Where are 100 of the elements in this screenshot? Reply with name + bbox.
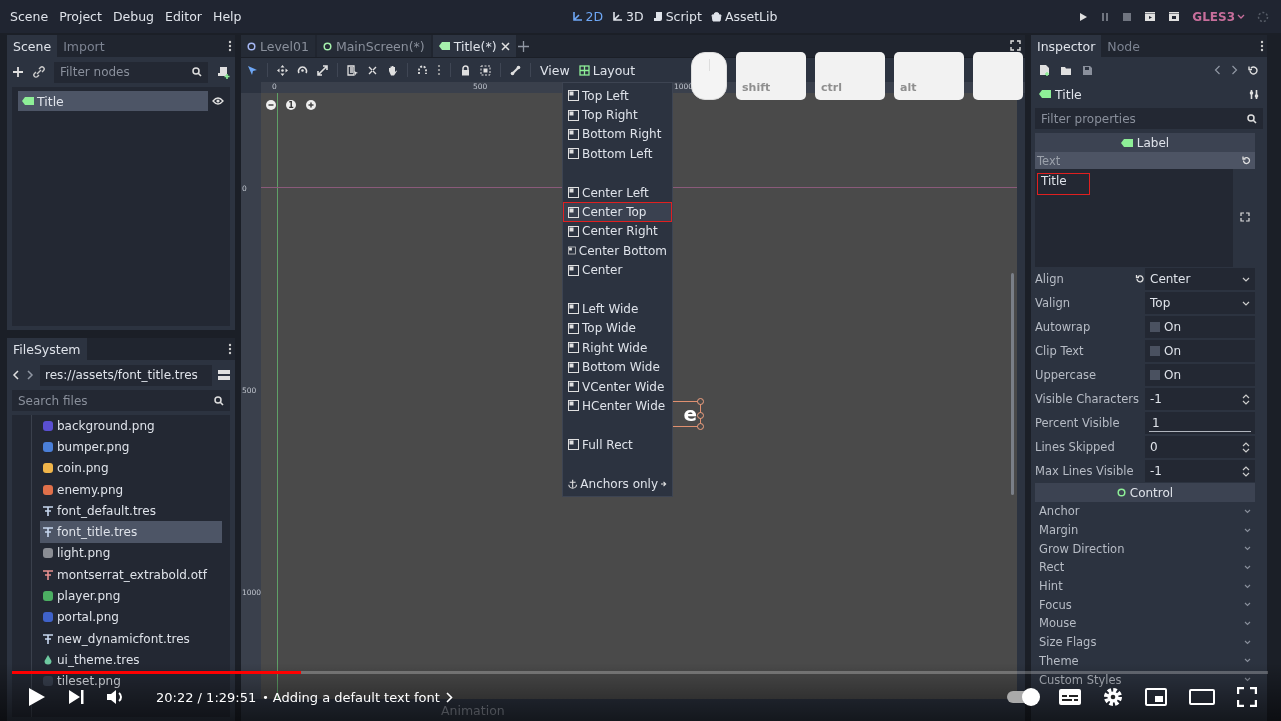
dropdown[interactable]: Top	[1145, 292, 1255, 314]
menu-item[interactable]: Project	[59, 9, 102, 24]
eye-icon[interactable]	[212, 96, 224, 106]
object-name[interactable]: Title	[1039, 86, 1082, 102]
file-item[interactable]: montserrat_extrabold.otf	[40, 564, 222, 586]
expand-icon[interactable]	[1240, 212, 1250, 222]
add-tab-icon[interactable]	[517, 40, 529, 52]
property-group[interactable]: Theme	[1039, 653, 1079, 668]
chevron-down-icon[interactable]	[1244, 564, 1251, 570]
dock-tab[interactable]: FileSystem	[7, 338, 87, 360]
file-item[interactable]: new_dynamicfont.tres	[40, 627, 222, 650]
list-select-icon[interactable]	[347, 64, 358, 76]
file-item[interactable]: enemy.png	[40, 478, 222, 501]
menu-item[interactable]: Editor	[165, 9, 202, 24]
menu-item[interactable]: VCenter Wide	[563, 376, 672, 397]
file-item[interactable]: light.png	[40, 542, 222, 565]
chevron-down-icon[interactable]	[1244, 508, 1251, 514]
menu-item[interactable]: Right Wide	[563, 338, 672, 358]
menu-item[interactable]: Anchors only	[563, 473, 672, 494]
snap-icon[interactable]	[417, 64, 428, 76]
menu-item[interactable]: Center Top	[563, 202, 672, 222]
menu-item[interactable]: Center	[563, 260, 672, 280]
forward-icon[interactable]	[1231, 65, 1238, 75]
zoom-out-icon[interactable]	[266, 100, 276, 110]
menu-item[interactable]: Bottom Left	[563, 144, 672, 164]
property-group[interactable]: Margin	[1039, 523, 1079, 538]
file-item[interactable]: portal.png	[40, 606, 222, 628]
text-value[interactable]: Title	[1037, 173, 1090, 195]
pause-icon[interactable]	[1100, 11, 1111, 22]
document-tab[interactable]: Title(*)	[432, 35, 516, 57]
zoom-in-icon[interactable]	[306, 100, 316, 110]
more-icon[interactable]	[228, 343, 232, 355]
clapper-icon[interactable]	[1168, 11, 1181, 22]
lock-icon[interactable]	[460, 64, 471, 76]
menu-item[interactable]: Center Right	[563, 221, 672, 242]
autoplay-toggle[interactable]	[1007, 691, 1037, 703]
file-item[interactable]: background.png	[40, 415, 222, 437]
scene-tree-item[interactable]: Title	[18, 91, 208, 111]
property-group[interactable]: Grow Direction	[1039, 541, 1125, 556]
settings-icon[interactable]	[1103, 687, 1123, 707]
section-title[interactable]: Label	[1136, 135, 1170, 150]
menu-item[interactable]: Debug	[112, 9, 154, 24]
rotate-tool-icon[interactable]	[297, 64, 308, 76]
chevron-down-icon[interactable]	[1244, 677, 1251, 683]
file-item[interactable]: coin.png	[40, 457, 222, 479]
property-group[interactable]: Rect	[1039, 560, 1065, 575]
toolbar-menu[interactable]: View	[540, 62, 570, 78]
stop-icon[interactable]	[1122, 11, 1133, 22]
menu-item[interactable]: Center Bottom	[563, 241, 672, 261]
more-icon[interactable]	[1260, 40, 1264, 52]
file-item[interactable]: font_title.tres	[40, 521, 222, 543]
chevron-down-icon[interactable]	[1244, 546, 1251, 552]
zoom-reset-button[interactable]: 1	[286, 100, 296, 110]
close-icon[interactable]	[500, 41, 510, 51]
select-tool-icon[interactable]	[247, 64, 258, 76]
dock-tab[interactable]: Import	[57, 35, 111, 57]
chevron-down-icon[interactable]	[1244, 583, 1251, 589]
document-tab[interactable]: Level01	[241, 35, 315, 57]
filter-properties-field[interactable]: Filter properties	[1035, 108, 1263, 129]
tools-icon[interactable]	[1249, 88, 1259, 100]
menu-item[interactable]: Center Left	[563, 182, 672, 203]
chevron-down-icon[interactable]	[1244, 639, 1251, 645]
save-icon[interactable]	[1082, 64, 1093, 76]
range-slider[interactable]: 1	[1145, 412, 1255, 434]
split-view-icon[interactable]	[218, 369, 230, 381]
dropdown[interactable]: Center	[1145, 268, 1255, 290]
bone-icon[interactable]	[510, 64, 521, 76]
add-icon[interactable]	[12, 66, 24, 78]
scale-tool-icon[interactable]	[317, 64, 328, 76]
miniplayer-icon[interactable]	[1145, 688, 1167, 706]
fullscreen-icon[interactable]	[1010, 40, 1021, 51]
dock-tab[interactable]: Inspector	[1031, 35, 1102, 57]
checkbox[interactable]: On	[1145, 316, 1255, 338]
property-group[interactable]: Anchor	[1039, 504, 1080, 519]
file-item[interactable]: font_default.tres	[40, 500, 222, 522]
subtitles-icon[interactable]	[1059, 689, 1081, 705]
script-add-icon[interactable]	[217, 65, 230, 79]
menu-item[interactable]: Scene	[10, 9, 49, 24]
dock-tab[interactable]: Scene	[7, 35, 58, 57]
revert-icon[interactable]	[1242, 156, 1251, 165]
toolbar-menu[interactable]: Layout	[578, 62, 636, 78]
menu-item[interactable]: Help	[213, 9, 242, 24]
history-icon[interactable]	[1248, 64, 1259, 76]
menu-item[interactable]: Bottom Right	[563, 124, 672, 145]
revert-icon[interactable]	[1135, 274, 1145, 284]
more-icon[interactable]	[228, 40, 232, 52]
spin-box[interactable]: 0	[1145, 436, 1255, 458]
path-field[interactable]: res://assets/font_title.tres	[40, 364, 212, 386]
workspace-tab[interactable]: AssetLib	[710, 9, 778, 24]
menu-item[interactable]: Top Wide	[563, 318, 672, 339]
chevron-down-icon[interactable]	[1244, 658, 1251, 664]
workspace-tab[interactable]: Script	[652, 9, 702, 24]
theater-mode-icon[interactable]	[1189, 689, 1215, 705]
section-title[interactable]: Control	[1129, 485, 1174, 500]
new-resource-icon[interactable]	[1039, 64, 1050, 76]
next-icon[interactable]	[68, 689, 84, 705]
filter-nodes-field[interactable]: Filter nodes	[54, 61, 208, 83]
spin-box[interactable]: -1	[1145, 460, 1255, 482]
folder-icon[interactable]	[1060, 64, 1072, 76]
move-tool-icon[interactable]	[277, 64, 288, 76]
